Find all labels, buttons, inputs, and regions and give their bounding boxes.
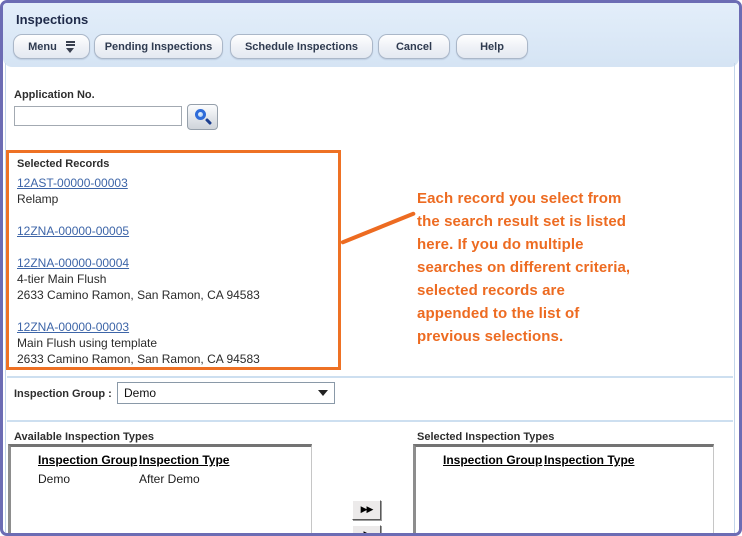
annotation-line: Each record you select from [417, 187, 677, 210]
record-item: 12ZNA-00000-000044-tier Main Flush2633 C… [17, 255, 330, 303]
menu-button-label: Menu [28, 41, 57, 53]
selected-records-list: 12AST-00000-00003Relamp 12ZNA-00000-00005… [17, 175, 330, 367]
page-title: Inspections [16, 12, 88, 27]
toolbar: Menu Pending Inspections Schedule Inspec… [3, 34, 739, 60]
cell-inspection-type: After Demo [139, 472, 200, 486]
selected-types-listbox[interactable]: Inspection Group Inspection Type [413, 444, 714, 536]
column-header-inspection-group: Inspection Group [38, 453, 137, 467]
cell-inspection-group: Demo [38, 472, 70, 486]
divider [7, 420, 733, 422]
move-all-right-button[interactable]: ▶▶ [352, 500, 381, 520]
inspection-group-selected-value: Demo [124, 386, 156, 400]
record-link[interactable]: 12ZNA-00000-00003 [17, 319, 129, 335]
record-item: 12ZNA-00000-00005 [17, 223, 330, 239]
menu-button[interactable]: Menu [13, 34, 90, 59]
record-detail: 2633 Camino Ramon, San Ramon, CA 94583 [17, 351, 330, 367]
chevron-down-icon [318, 390, 328, 396]
inspection-group-label: Inspection Group : [14, 388, 112, 400]
column-header-inspection-type: Inspection Type [544, 453, 634, 467]
record-detail: Main Flush using template [17, 335, 330, 351]
annotation-line: the search result set is listed [417, 210, 677, 233]
search-button[interactable] [187, 104, 218, 130]
record-detail: Relamp [17, 191, 330, 207]
column-header-inspection-group: Inspection Group [443, 453, 542, 467]
selected-records-label: Selected Records [17, 158, 330, 170]
pending-inspections-button[interactable]: Pending Inspections [94, 34, 223, 59]
annotation-callout-line [340, 211, 416, 245]
record-detail: 2633 Camino Ramon, San Ramon, CA 94583 [17, 287, 330, 303]
record-item: 12AST-00000-00003Relamp [17, 175, 330, 207]
annotation-line: appended to the list of [417, 302, 677, 325]
schedule-inspections-button[interactable]: Schedule Inspections [230, 34, 373, 59]
menu-dropdown-icon [66, 41, 75, 53]
record-item: 12ZNA-00000-00003Main Flush using templa… [17, 319, 330, 367]
help-button[interactable]: Help [456, 34, 528, 59]
inspections-window: Inspections Menu Pending Inspections Sch… [0, 0, 742, 536]
search-icon [195, 109, 211, 125]
application-no-label: Application No. [14, 89, 95, 101]
available-types-label: Available Inspection Types [14, 431, 154, 443]
application-no-input[interactable] [14, 106, 182, 126]
record-link[interactable]: 12ZNA-00000-00004 [17, 255, 129, 271]
column-header-inspection-type: Inspection Type [139, 453, 229, 467]
available-types-listbox[interactable]: Inspection Group Inspection Type Demo Aft… [8, 444, 312, 536]
record-link[interactable]: 12AST-00000-00003 [17, 175, 128, 191]
annotation-line: here. If you do multiple [417, 233, 677, 256]
annotation-text: Each record you select fromthe search re… [417, 187, 677, 348]
panel-edge-right [734, 63, 735, 533]
inspection-group-select[interactable]: Demo [117, 382, 335, 404]
record-link[interactable]: 12ZNA-00000-00005 [17, 223, 129, 239]
annotation-line: searches on different criteria, [417, 256, 677, 279]
divider [7, 376, 733, 378]
record-detail: 4-tier Main Flush [17, 271, 330, 287]
cancel-button[interactable]: Cancel [378, 34, 450, 59]
selected-records-box: Selected Records 12AST-00000-00003Relamp… [6, 150, 341, 370]
move-right-button[interactable]: ▶ [352, 525, 381, 536]
annotation-line: selected records are [417, 279, 677, 302]
annotation-line: previous selections. [417, 325, 677, 348]
selected-types-label: Selected Inspection Types [417, 431, 554, 443]
